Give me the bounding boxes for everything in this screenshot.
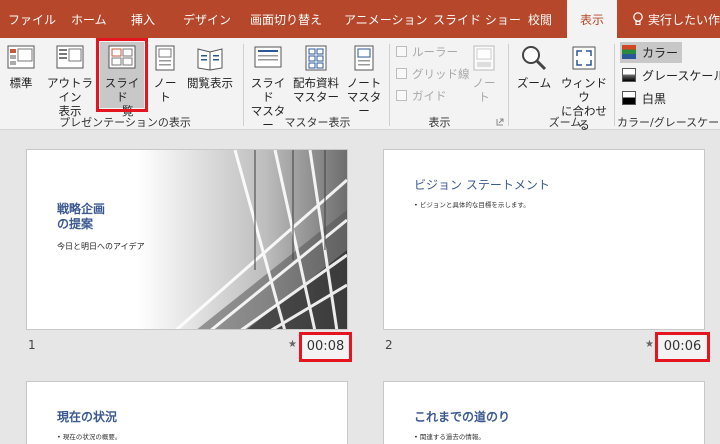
color-swatch-icon — [622, 45, 636, 59]
slide-2-timing: 00:06 — [655, 332, 710, 362]
transition-star-icon[interactable]: ★ — [645, 339, 654, 350]
slide-1-title: 戦略企画 の提案 — [57, 202, 105, 232]
slide-1-subtitle: 今日と明日へのアイデア — [57, 242, 145, 251]
ruler-label: ルーラー — [412, 45, 458, 59]
slide-3-bullet: • 現在の状況の概要。 — [57, 431, 121, 441]
slide-4-bullet: • 関連する過去の情報。 — [414, 431, 485, 441]
zoom-button[interactable]: ズーム — [514, 44, 554, 90]
color-mode-label: カラー — [642, 46, 679, 60]
grayscale-swatch-icon — [622, 68, 636, 82]
slide-sorter-highlight — [96, 38, 148, 112]
fit-to-window-label-1: ウィンドウ — [561, 76, 607, 104]
presentation-views-group-label: プレゼンテーションの表示 — [59, 116, 191, 129]
notes-master-button[interactable]: ノート マスター — [344, 44, 384, 118]
tell-me-label: 実行したい作業 — [648, 13, 720, 27]
handout-master-label-2: マスター — [293, 90, 339, 104]
gridlines-checkbox[interactable]: グリッド線 — [396, 66, 470, 82]
color-mode-button[interactable]: カラー — [620, 42, 683, 63]
tab-transitions[interactable]: 画面切り替え — [250, 0, 322, 38]
tab-animations[interactable]: アニメーション — [344, 0, 428, 38]
reading-view-icon — [197, 48, 223, 71]
tab-view[interactable]: 表示 — [567, 0, 617, 38]
slide-4-bullet-text: 関連する過去の情報。 — [419, 433, 485, 441]
reading-view-label: 閲覧表示 — [187, 76, 233, 90]
normal-view-icon — [7, 45, 35, 69]
tab-slideshow[interactable]: スライド ショー — [433, 0, 521, 38]
slide-master-icon — [254, 46, 282, 68]
ribbon-tab-bar: ファイル ホーム 挿入 デザイン 画面切り替え アニメーション スライド ショー… — [0, 0, 720, 38]
notes-master-icon — [354, 45, 374, 71]
slide-2-bullet: • ビジョンと具体的な目標を示します。 — [414, 199, 530, 209]
fit-to-window-icon — [572, 46, 596, 70]
master-views-group-label: マスター表示 — [284, 116, 351, 129]
tab-insert[interactable]: 挿入 — [131, 0, 155, 38]
tell-me-box[interactable]: 実行したい作業 — [632, 0, 720, 38]
slide-2-title: ビジョン ステートメント — [414, 178, 550, 192]
grayscale-mode-label: グレースケール — [642, 69, 720, 83]
lightbulb-icon — [633, 12, 643, 26]
slide-thumbnail-2[interactable]: ビジョン ステートメント • ビジョンと具体的な目標を示します。 — [383, 149, 705, 330]
slide-number-2: 2 — [385, 338, 393, 352]
slide-3-bullet-text: 現在の状況の概要。 — [62, 433, 122, 441]
zoom-group-label: ズーム — [548, 116, 582, 129]
notes-page-label-1: ノー — [153, 76, 177, 90]
slide-3-title: 現在の状況 — [57, 410, 118, 424]
guides-checkbox[interactable]: ガイド — [396, 88, 447, 104]
architecture-photo — [27, 150, 347, 329]
notes-pane-label-2: ト — [478, 90, 490, 104]
ribbon-separator — [614, 44, 615, 126]
dialog-launcher-icon[interactable] — [496, 118, 504, 126]
slide-2-bullet-text: ビジョンと具体的な目標を示します。 — [419, 201, 530, 209]
notes-page-button[interactable]: ノー ト — [150, 44, 180, 104]
bw-mode-button[interactable]: 白黒 — [620, 90, 666, 107]
slide-1-title-line-1: 戦略企画 — [57, 202, 106, 216]
notes-master-label-1: ノート — [346, 76, 382, 90]
reading-view-button[interactable]: 閲覧表示 — [183, 44, 237, 90]
slide-4-title: これまでの道のり — [414, 410, 511, 424]
bw-swatch-icon — [622, 91, 636, 105]
color-group-label: カラー/グレースケール — [617, 116, 720, 129]
slide-thumbnail-4[interactable]: これまでの道のり • 関連する過去の情報。 — [383, 381, 705, 444]
notes-pane-button[interactable]: ノー ト — [467, 44, 501, 104]
ruler-checkbox[interactable]: ルーラー — [396, 44, 458, 60]
notes-page-icon — [155, 45, 175, 71]
tab-design[interactable]: デザイン — [183, 0, 231, 38]
outline-view-label-1: アウトライン — [47, 76, 93, 104]
slide-thumbnail-3[interactable]: 現在の状況 • 現在の状況の概要。 — [26, 381, 348, 444]
outline-view-icon — [56, 45, 84, 69]
tab-file[interactable]: ファイル — [8, 0, 56, 38]
slide-sorter-pane: 戦略企画 の提案 今日と明日へのアイデア 1 ★ 00:08 ビジョン ステート… — [0, 131, 720, 444]
bw-mode-label: 白黒 — [642, 92, 667, 106]
slide-number-1: 1 — [28, 338, 36, 352]
normal-view-label: 標準 — [9, 76, 33, 90]
tab-review[interactable]: 校閲 — [528, 0, 552, 38]
handout-master-icon — [305, 45, 327, 71]
ribbon-separator — [508, 44, 509, 126]
notes-pane-label-1: ノー — [472, 76, 496, 90]
ribbon-view: 標準 アウトライン 表示 スライド 一覧 ノー ト 閲覧表示 プレゼンテーション… — [0, 38, 720, 132]
notes-pane-icon — [473, 45, 495, 71]
guides-label: ガイド — [412, 89, 447, 103]
ribbon-separator — [389, 44, 390, 126]
slide-thumbnail-1[interactable]: 戦略企画 の提案 今日と明日へのアイデア — [26, 149, 348, 330]
grayscale-mode-button[interactable]: グレースケール — [620, 67, 720, 84]
slide-master-label-1: スライド — [250, 76, 286, 104]
tab-home[interactable]: ホーム — [71, 0, 107, 38]
magnifier-icon — [522, 46, 547, 71]
zoom-label: ズーム — [516, 76, 552, 90]
outline-view-button[interactable]: アウトライン 表示 — [44, 44, 96, 118]
handout-master-button[interactable]: 配布資料 マスター — [291, 44, 341, 104]
transition-star-icon[interactable]: ★ — [288, 339, 297, 350]
slide-1-title-line-2: の提案 — [57, 217, 94, 231]
show-group-label: 表示 — [428, 116, 451, 129]
notes-page-label-2: ト — [159, 90, 171, 104]
ribbon-separator — [243, 44, 244, 126]
handout-master-label-1: 配布資料 — [293, 76, 339, 90]
slide-1-timing: 00:08 — [299, 332, 352, 362]
normal-view-button[interactable]: 標準 — [4, 44, 38, 90]
gridlines-label: グリッド線 — [412, 67, 470, 81]
